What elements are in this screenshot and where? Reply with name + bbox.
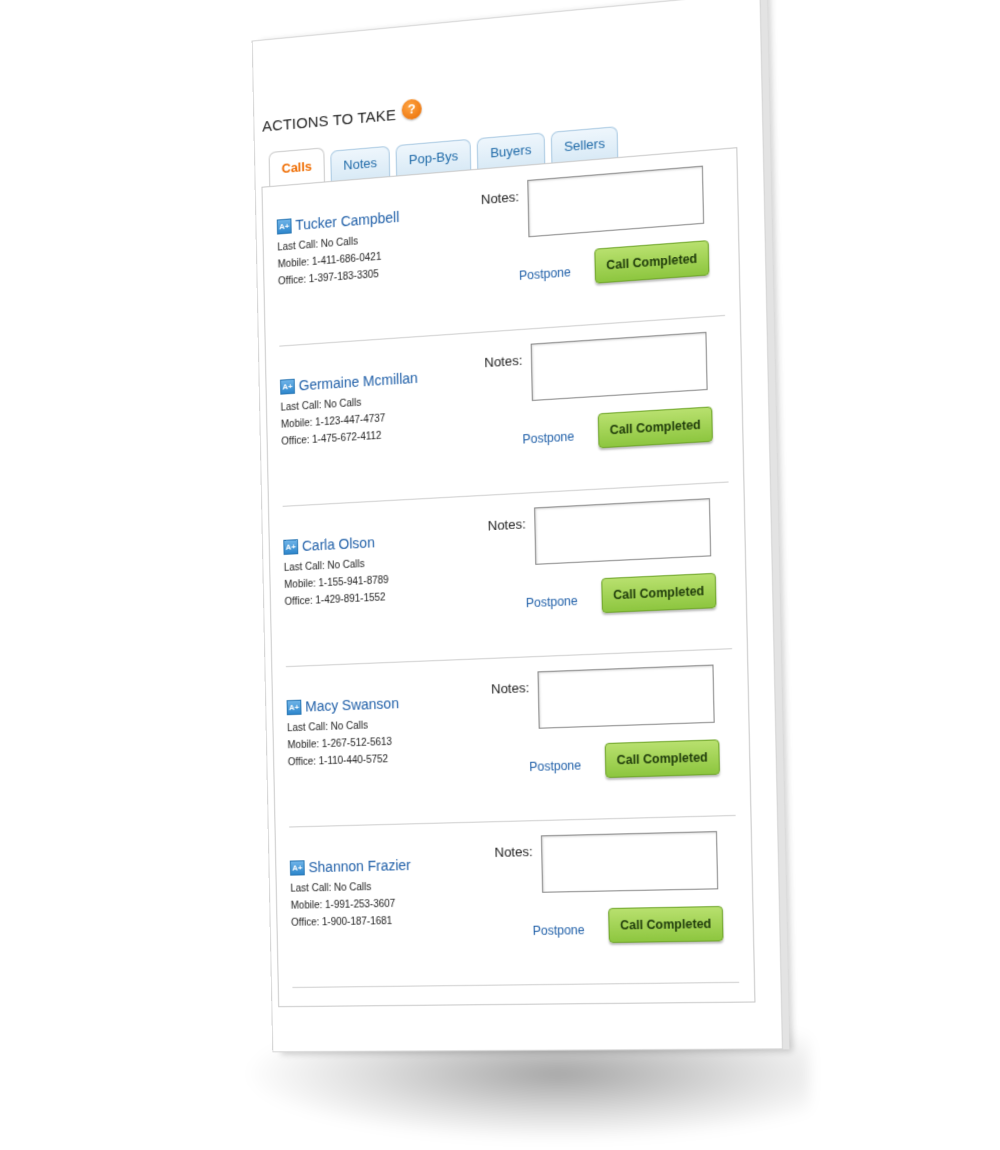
notes-input[interactable] bbox=[530, 331, 708, 402]
contact-name-row: A+ Carla Olson bbox=[283, 534, 375, 555]
contact-name-link[interactable]: Germaine Mcmillan bbox=[299, 370, 418, 394]
contact-name-row: A+ Shannon Frazier bbox=[289, 857, 411, 876]
help-icon[interactable]: ? bbox=[401, 97, 422, 120]
mobile-text: Mobile: 1-411-686-0421 bbox=[277, 251, 382, 271]
office-text: Office: 1-475-672-4112 bbox=[281, 430, 382, 448]
call-completed-button[interactable]: Call Completed bbox=[601, 572, 717, 614]
postpone-link[interactable]: Postpone bbox=[533, 923, 585, 938]
postpone-link[interactable]: Postpone bbox=[522, 429, 574, 446]
tab-sellers[interactable]: Sellers bbox=[550, 126, 619, 163]
notes-label: Notes: bbox=[480, 188, 520, 208]
postpone-link[interactable]: Postpone bbox=[529, 758, 581, 774]
contact-avatar-icon: A+ bbox=[289, 859, 305, 876]
mobile-text: Mobile: 1-267-512-5613 bbox=[287, 736, 393, 752]
contact-card: A+ Carla Olson Last Call: No Calls Mobil… bbox=[283, 493, 733, 668]
tab-notes[interactable]: Notes bbox=[330, 145, 391, 181]
call-completed-button[interactable]: Call Completed bbox=[608, 905, 724, 944]
mobile-text: Mobile: 1-991-253-3607 bbox=[290, 898, 396, 912]
call-completed-button[interactable]: Call Completed bbox=[597, 406, 713, 449]
call-completed-button[interactable]: Call Completed bbox=[594, 240, 710, 284]
notes-label: Notes: bbox=[494, 843, 533, 861]
tab-pop-bys[interactable]: Pop-Bys bbox=[395, 138, 472, 176]
contact-avatar-icon: A+ bbox=[286, 699, 302, 715]
actions-page: ACTIONS TO TAKE ? Calls Notes Pop-Bys Bu… bbox=[251, 0, 784, 1053]
contact-avatar-icon: A+ bbox=[283, 538, 299, 555]
divider bbox=[292, 981, 740, 988]
contact-name-link[interactable]: Carla Olson bbox=[302, 534, 375, 554]
mobile-text: Mobile: 1-123-447-4737 bbox=[280, 413, 386, 431]
contact-avatar-icon: A+ bbox=[280, 378, 295, 395]
tab-buyers[interactable]: Buyers bbox=[476, 132, 545, 169]
office-text: Office: 1-900-187-1681 bbox=[291, 915, 393, 929]
scene: ACTIONS TO TAKE ? Calls Notes Pop-Bys Bu… bbox=[0, 0, 1000, 1150]
last-call-text: Last Call: No Calls bbox=[277, 236, 359, 254]
last-call-text: Last Call: No Calls bbox=[290, 881, 372, 895]
contact-avatar-icon: A+ bbox=[276, 217, 292, 235]
calls-panel: A+ Tucker Campbell Last Call: No Calls M… bbox=[261, 147, 756, 1008]
notes-label: Notes: bbox=[490, 679, 530, 697]
divider bbox=[289, 814, 736, 828]
notes-input[interactable] bbox=[534, 498, 712, 565]
contact-card: A+ Germaine Mcmillan Last Call: No Calls… bbox=[280, 326, 729, 507]
office-text: Office: 1-397-183-3305 bbox=[277, 269, 380, 288]
contact-name-link[interactable]: Macy Swanson bbox=[305, 695, 399, 715]
header: ACTIONS TO TAKE ? bbox=[262, 97, 422, 136]
last-call-text: Last Call: No Calls bbox=[280, 397, 362, 414]
contact-card: A+ Tucker Campbell Last Call: No Calls M… bbox=[276, 160, 726, 347]
postpone-link[interactable]: Postpone bbox=[526, 594, 578, 611]
contact-name-link[interactable]: Tucker Campbell bbox=[295, 209, 399, 233]
last-call-text: Last Call: No Calls bbox=[287, 720, 369, 735]
page-title: ACTIONS TO TAKE bbox=[262, 106, 397, 136]
tab-calls[interactable]: Calls bbox=[268, 147, 326, 187]
call-completed-button[interactable]: Call Completed bbox=[604, 739, 721, 779]
office-text: Office: 1-110-440-5752 bbox=[287, 754, 389, 769]
office-text: Office: 1-429-891-1552 bbox=[284, 592, 386, 609]
contact-name-row: A+ Tucker Campbell bbox=[276, 209, 399, 235]
notes-label: Notes: bbox=[487, 516, 526, 534]
notes-input[interactable] bbox=[537, 664, 715, 729]
contact-card: A+ Macy Swanson Last Call: No Calls Mobi… bbox=[286, 660, 736, 828]
postpone-link[interactable]: Postpone bbox=[519, 265, 571, 283]
mobile-text: Mobile: 1-155-941-8789 bbox=[284, 574, 389, 591]
notes-input[interactable] bbox=[540, 831, 719, 893]
contact-name-row: A+ Macy Swanson bbox=[286, 695, 399, 715]
contact-card: A+ Shannon Frazier Last Call: No Calls M… bbox=[289, 826, 740, 988]
last-call-text: Last Call: No Calls bbox=[283, 558, 365, 574]
notes-label: Notes: bbox=[484, 352, 523, 371]
notes-input[interactable] bbox=[527, 165, 705, 238]
contact-name-row: A+ Germaine Mcmillan bbox=[280, 370, 418, 395]
contact-name-link[interactable]: Shannon Frazier bbox=[308, 857, 411, 875]
